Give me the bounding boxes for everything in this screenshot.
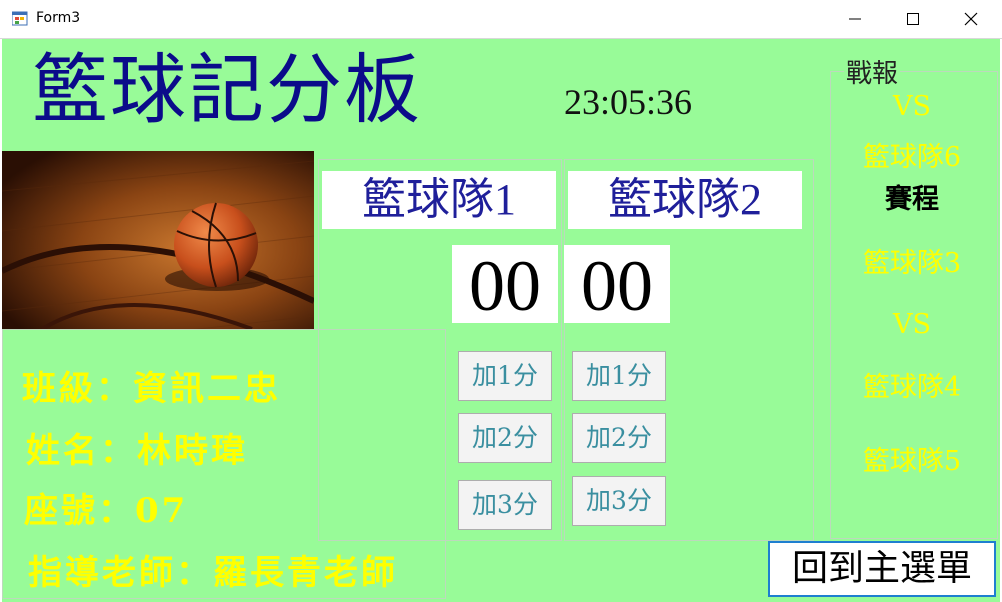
form-client-area: 籃球記分板 23:05:36 籃球隊1 籃球隊2 00 00 加1分 加2分 加… bbox=[2, 39, 1000, 602]
seat-label: 座號：07 bbox=[24, 491, 189, 531]
close-button[interactable] bbox=[948, 0, 994, 38]
class-label: 班級：資訊二忠 bbox=[22, 369, 281, 409]
team2-add1-button[interactable]: 加1分 bbox=[572, 351, 666, 401]
close-icon bbox=[964, 12, 978, 26]
report-team4: 籃球隊4 bbox=[862, 372, 962, 403]
team1-add3-button[interactable]: 加3分 bbox=[458, 480, 552, 530]
page-title: 籃球記分板 bbox=[32, 45, 422, 134]
report-team6: 籃球隊6 bbox=[862, 142, 962, 173]
team2-add3-button[interactable]: 加3分 bbox=[572, 476, 666, 526]
team1-score: 00 bbox=[452, 245, 558, 326]
report-team5: 籃球隊5 bbox=[862, 446, 962, 477]
name-label: 姓名：林時瑋 bbox=[26, 431, 248, 471]
team2-score: 00 bbox=[564, 245, 670, 326]
team1-add1-button[interactable]: 加1分 bbox=[458, 351, 552, 401]
report-team3: 籃球隊3 bbox=[862, 248, 962, 279]
report-schedule: 賽程 bbox=[885, 184, 939, 215]
team2-name: 籃球隊2 bbox=[568, 171, 802, 229]
report-vs-2: VS bbox=[893, 309, 931, 340]
form-app-icon bbox=[12, 11, 28, 26]
maximize-button[interactable] bbox=[890, 0, 936, 38]
clock-label: 23:05:36 bbox=[564, 82, 693, 122]
minimize-button[interactable] bbox=[832, 0, 878, 38]
maximize-icon bbox=[907, 13, 919, 25]
basketball-image bbox=[2, 151, 314, 329]
team2-add2-button[interactable]: 加2分 bbox=[572, 413, 666, 463]
team1-add2-button[interactable]: 加2分 bbox=[458, 413, 552, 463]
back-to-menu-button[interactable]: 回到主選單 bbox=[768, 541, 996, 597]
teacher-label: 指導老師：羅長青老師 bbox=[28, 553, 398, 593]
minimize-icon bbox=[849, 18, 861, 20]
window-titlebar: Form3 bbox=[0, 0, 1002, 39]
report-group-label: 戰報 bbox=[844, 53, 901, 90]
report-vs-1: VS bbox=[893, 91, 931, 122]
team1-name: 籃球隊1 bbox=[322, 171, 556, 229]
window-title: Form3 bbox=[36, 10, 81, 26]
